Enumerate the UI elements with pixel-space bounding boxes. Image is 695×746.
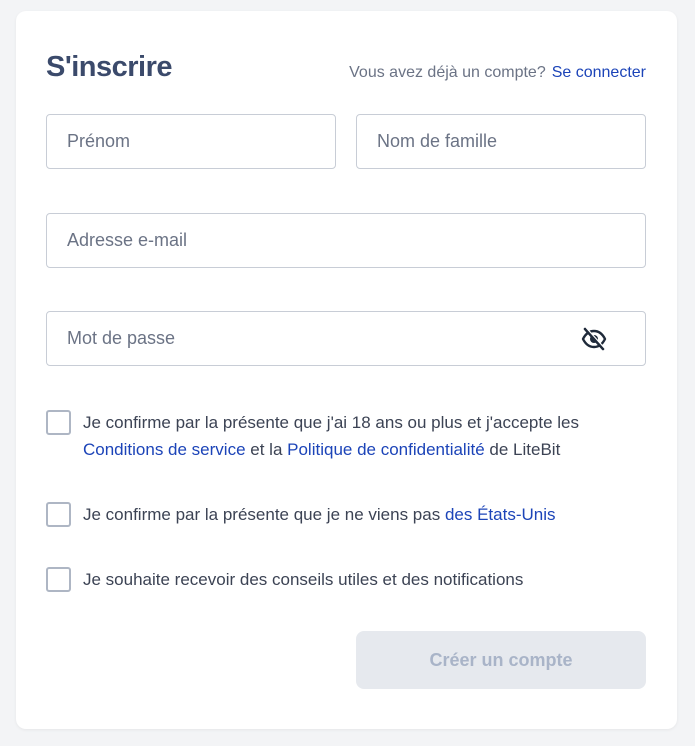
united-states-link[interactable]: des États-Unis bbox=[445, 505, 556, 524]
login-link[interactable]: Se connecter bbox=[552, 64, 646, 81]
us-text: Je confirme par la présente que je ne vi… bbox=[83, 501, 556, 528]
terms-text-3: de LiteBit bbox=[489, 440, 561, 459]
page-title: S'inscrire bbox=[46, 51, 173, 83]
newsletter-checkbox[interactable] bbox=[46, 567, 71, 592]
terms-check-row: Je confirme par la présente que j'ai 18 … bbox=[46, 410, 579, 463]
newsletter-check-row: Je souhaite recevoir des conseils utiles… bbox=[46, 567, 523, 593]
first-name-input[interactable] bbox=[47, 115, 335, 168]
password-input[interactable] bbox=[47, 312, 645, 365]
signup-card: S'inscrire Vous avez déjà un compte? Se c… bbox=[16, 11, 677, 729]
eye-slash-icon[interactable] bbox=[581, 327, 607, 351]
last-name-field[interactable] bbox=[356, 114, 646, 169]
password-field[interactable] bbox=[46, 311, 646, 366]
terms-text: Je confirme par la présente que j'ai 18 … bbox=[83, 409, 579, 463]
terms-of-service-link[interactable]: Conditions de service bbox=[83, 440, 246, 459]
email-input[interactable] bbox=[47, 214, 645, 267]
newsletter-text: Je souhaite recevoir des conseils utiles… bbox=[83, 570, 524, 589]
us-text-label: Je confirme par la présente que je ne vi… bbox=[83, 505, 441, 524]
first-name-field[interactable] bbox=[46, 114, 336, 169]
login-prompt: Vous avez déjà un compte? Se connecter bbox=[349, 64, 646, 82]
terms-text-1: Je confirme par la présente que j'ai 18 … bbox=[83, 413, 580, 432]
terms-checkbox[interactable] bbox=[46, 410, 71, 435]
us-checkbox[interactable] bbox=[46, 502, 71, 527]
login-prompt-text: Vous avez déjà un compte? bbox=[349, 64, 546, 81]
terms-text-2: et la bbox=[250, 440, 283, 459]
privacy-policy-link[interactable]: Politique de confidentialité bbox=[287, 440, 485, 459]
us-check-row: Je confirme par la présente que je ne vi… bbox=[46, 502, 556, 528]
create-account-button[interactable]: Créer un compte bbox=[356, 631, 646, 689]
last-name-input[interactable] bbox=[357, 115, 645, 168]
email-field[interactable] bbox=[46, 213, 646, 268]
